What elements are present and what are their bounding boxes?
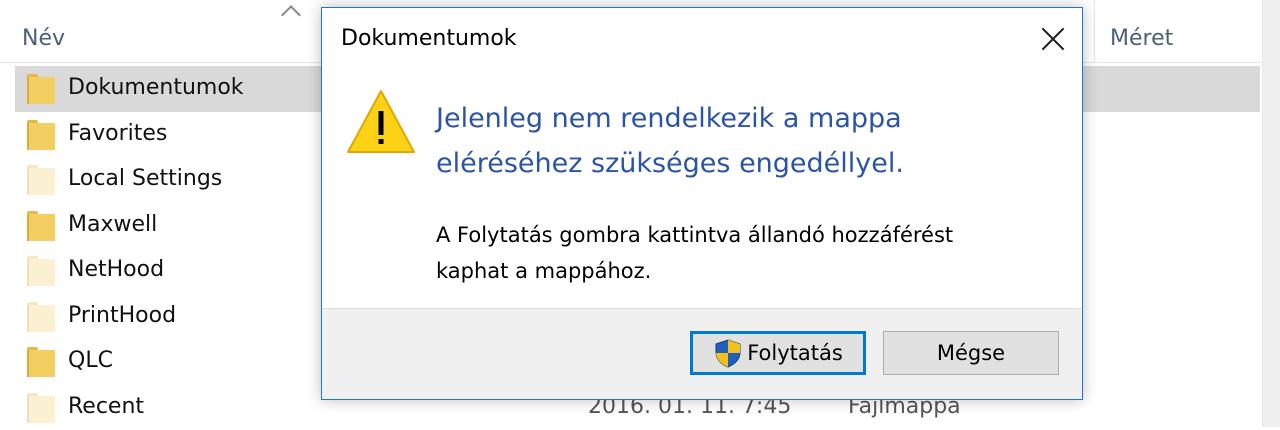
- close-icon[interactable]: [1038, 24, 1068, 54]
- folder-icon: [27, 120, 53, 150]
- continue-button[interactable]: Folytatás: [690, 331, 866, 375]
- warning-icon: [346, 88, 416, 158]
- folder-icon: [27, 211, 53, 241]
- continue-button-label: Folytatás: [747, 341, 843, 365]
- column-header-size[interactable]: Méret: [1110, 26, 1173, 51]
- content-line: kaphat a mappához.: [436, 253, 1056, 289]
- main-instruction: Jelenleg nem rendelkezik a mappa elérésé…: [436, 96, 1056, 186]
- file-name: Maxwell: [68, 212, 157, 237]
- dialog-title: Dokumentumok: [341, 26, 517, 51]
- folder-icon: [27, 347, 53, 377]
- folder-icon: [27, 256, 53, 286]
- main-instruction-line: eléréséhez szükséges engedéllyel.: [436, 141, 1056, 186]
- content-line: A Folytatás gombra kattintva állandó hoz…: [436, 217, 1056, 253]
- file-name: Recent: [68, 394, 144, 419]
- sort-ascending-icon: [281, 5, 301, 25]
- cancel-button[interactable]: Mégse: [883, 331, 1059, 375]
- dialog-content: A Folytatás gombra kattintva állandó hoz…: [436, 217, 1056, 289]
- file-name: Dokumentumok: [68, 75, 244, 100]
- uac-shield-icon: [713, 338, 743, 368]
- file-name: PrintHood: [68, 303, 176, 328]
- column-divider[interactable]: [1094, 0, 1095, 62]
- file-name: QLC: [68, 348, 113, 373]
- file-name: Local Settings: [68, 166, 222, 191]
- cancel-button-label: Mégse: [937, 341, 1005, 365]
- folder-icon: [27, 302, 53, 332]
- folder-icon: [27, 74, 53, 104]
- folder-icon: [27, 165, 53, 195]
- main-instruction-line: Jelenleg nem rendelkezik a mappa: [436, 96, 1056, 141]
- file-name: Favorites: [68, 121, 167, 146]
- permission-dialog: Dokumentumok Jelenleg nem rendelkezik a …: [321, 7, 1083, 400]
- column-header-name[interactable]: Név: [22, 26, 65, 51]
- dialog-button-bar: Folytatás Mégse: [322, 308, 1082, 399]
- file-name: NetHood: [68, 257, 164, 282]
- folder-icon: [27, 393, 53, 423]
- vertical-scrollbar[interactable]: [1262, 0, 1280, 427]
